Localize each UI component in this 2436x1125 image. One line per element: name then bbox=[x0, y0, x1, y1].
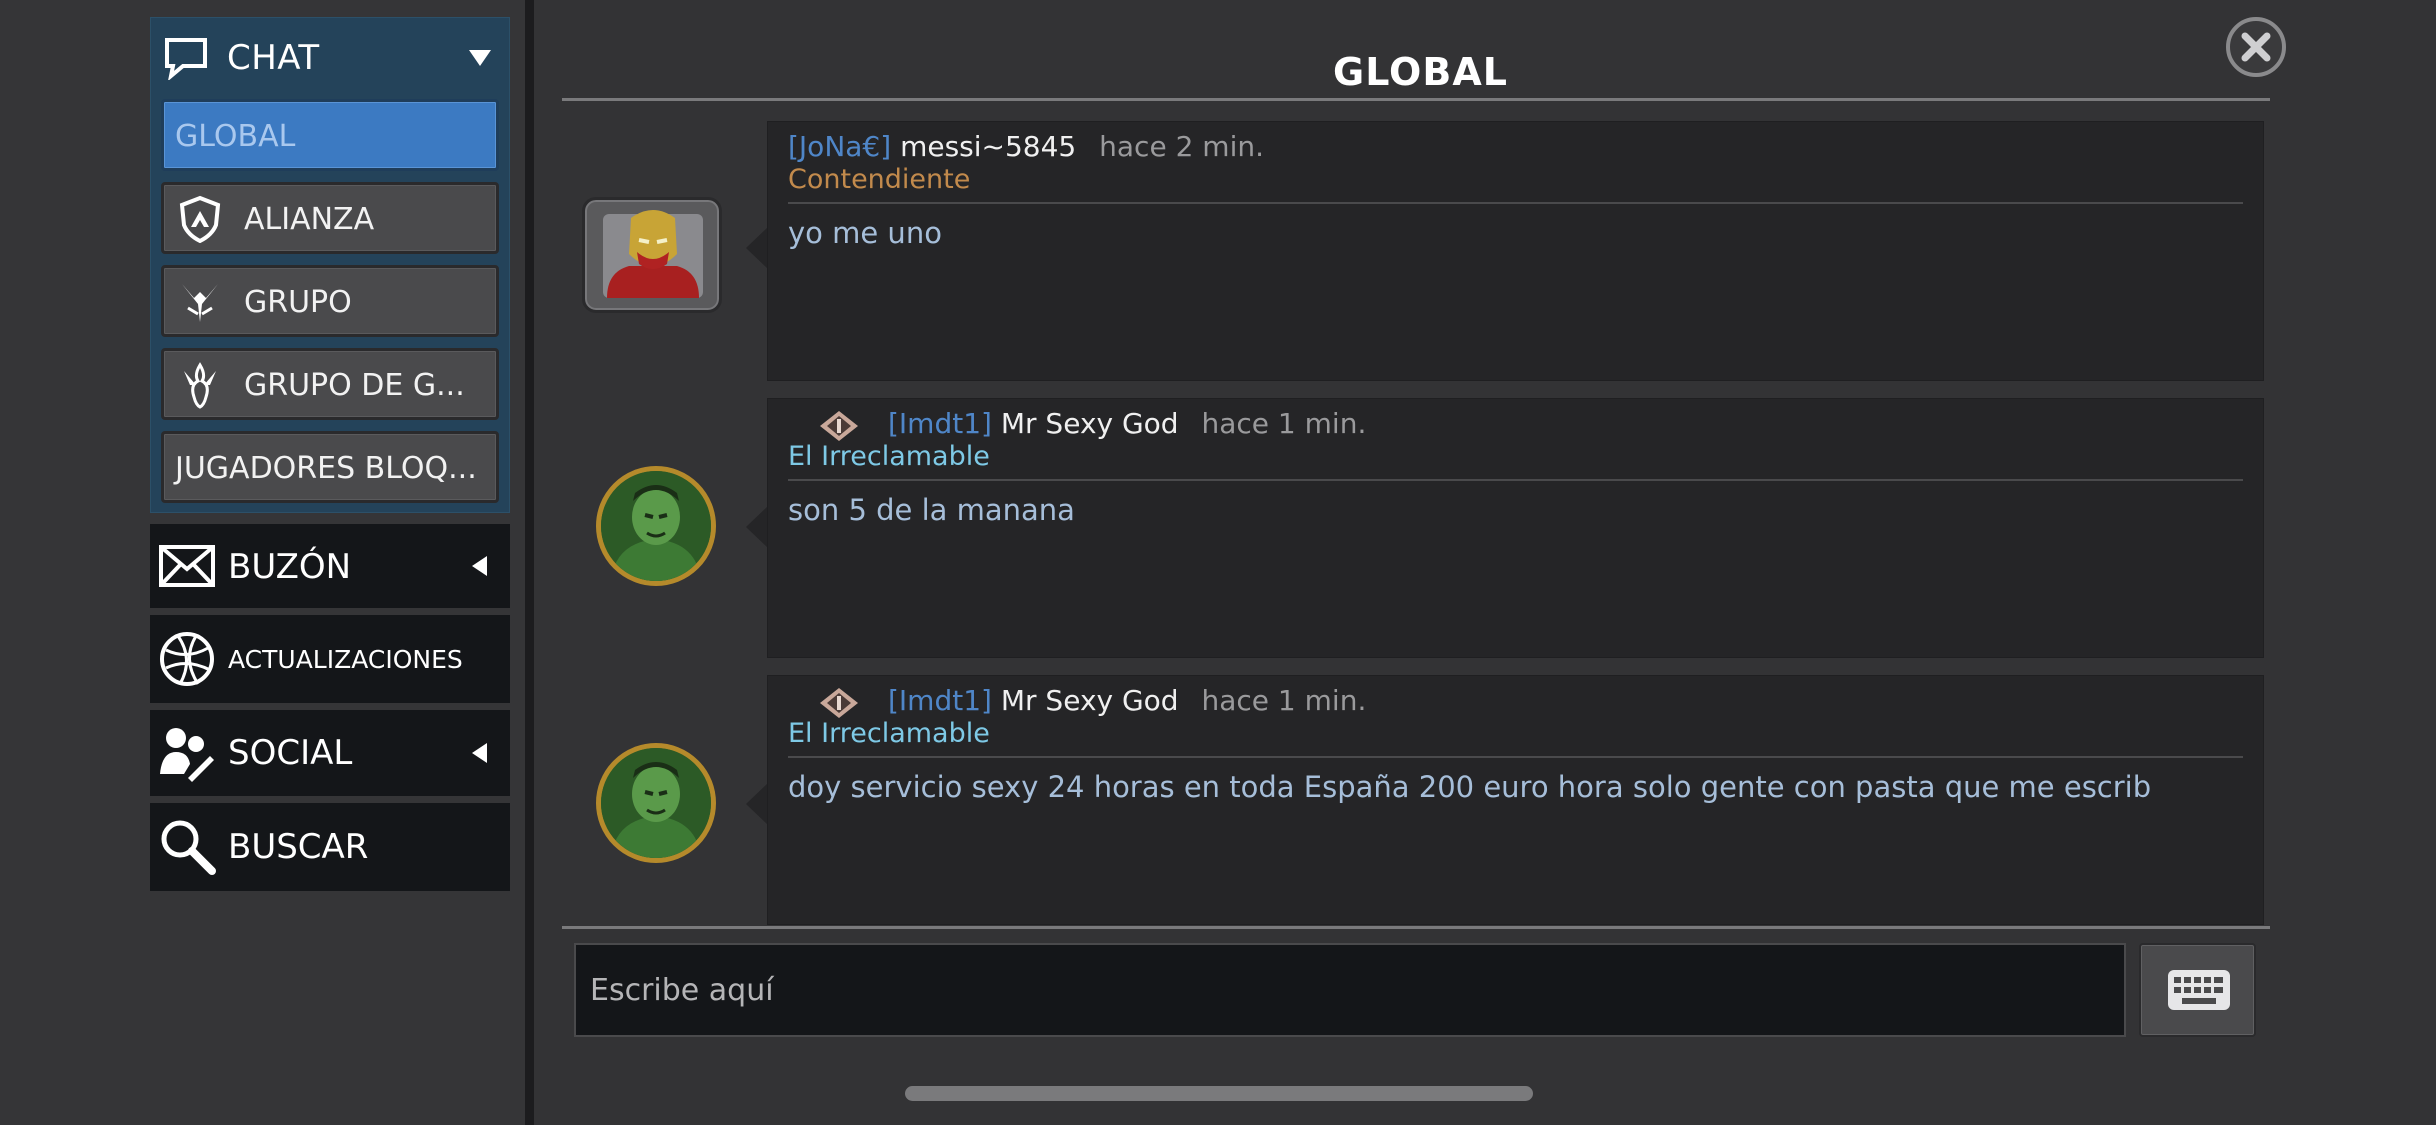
message-bubble: [Imdt1] Mr Sexy God hace 1 min. El Irrec… bbox=[767, 398, 2264, 658]
avatar-image bbox=[603, 210, 703, 298]
message-text: son 5 de la manana bbox=[788, 493, 1075, 527]
updates-label: ACTUALIZACIONES bbox=[228, 645, 463, 674]
mail-envelope-icon bbox=[159, 545, 215, 587]
message-meta: [Imdt1] Mr Sexy God hace 1 min. bbox=[888, 684, 1366, 717]
chat-bubble-icon bbox=[165, 38, 207, 80]
chat-tab-war-group[interactable]: GRUPO DE G... bbox=[161, 348, 499, 420]
avatar-image bbox=[601, 748, 711, 858]
chat-message: [JoNa€] messi~5845 hace 2 min. Contendie… bbox=[560, 121, 2270, 381]
chat-tab-alliance-label: ALIANZA bbox=[244, 202, 375, 237]
search-icon bbox=[161, 820, 216, 875]
chat-message: [Imdt1] Mr Sexy God hace 1 min. El Irrec… bbox=[560, 398, 2270, 658]
timestamp: hace 1 min. bbox=[1201, 407, 1367, 440]
search-label: BUSCAR bbox=[228, 827, 369, 867]
mailbox-menu-item[interactable]: BUZÓN bbox=[150, 524, 510, 608]
chat-message: [Imdt1] Mr Sexy God hace 1 min. El Irrec… bbox=[560, 675, 2270, 935]
bubble-tail bbox=[746, 227, 768, 269]
message-separator bbox=[788, 479, 2243, 481]
close-button[interactable] bbox=[2226, 17, 2286, 77]
chat-menu-label: CHAT bbox=[227, 38, 320, 78]
chat-tab-group-label: GRUPO bbox=[244, 285, 352, 320]
alliance-shield-icon bbox=[179, 195, 221, 243]
player-rank: Contendiente bbox=[788, 164, 971, 195]
avatar-image bbox=[601, 471, 711, 581]
rank-badge-icon bbox=[820, 411, 858, 441]
scrollbar[interactable] bbox=[905, 1086, 1533, 1101]
chat-tab-alliance[interactable]: ALIANZA bbox=[161, 182, 499, 254]
mailbox-label: BUZÓN bbox=[228, 547, 352, 587]
timestamp: hace 1 min. bbox=[1201, 684, 1367, 717]
chat-menu-header[interactable]: CHAT bbox=[151, 18, 509, 98]
bubble-tail bbox=[746, 506, 768, 548]
username[interactable]: messi~5845 bbox=[900, 130, 1076, 163]
chevron-left-icon bbox=[472, 743, 487, 763]
message-text: doy servicio sexy 24 horas en toda Españ… bbox=[788, 770, 2152, 804]
alliance-tag[interactable]: [Imdt1] bbox=[888, 407, 992, 440]
panel-divider bbox=[525, 0, 534, 1125]
social-people-icon bbox=[160, 728, 214, 782]
rank-badge-icon bbox=[820, 688, 858, 718]
chat-tab-global[interactable]: GLOBAL bbox=[161, 99, 499, 171]
message-meta: [Imdt1] Mr Sexy God hace 1 min. bbox=[888, 407, 1366, 440]
hulk-avatar[interactable] bbox=[596, 743, 716, 863]
social-menu-item[interactable]: SOCIAL bbox=[150, 710, 510, 796]
group-wings-icon bbox=[182, 284, 218, 322]
player-rank: El Irreclamable bbox=[788, 441, 990, 472]
username[interactable]: Mr Sexy God bbox=[1001, 407, 1179, 440]
chat-message-input[interactable] bbox=[574, 943, 2126, 1037]
alliance-tag[interactable]: [JoNa€] bbox=[788, 130, 891, 163]
chat-tab-blocked-players[interactable]: JUGADORES BLOQ... bbox=[161, 431, 499, 503]
hulk-avatar[interactable] bbox=[596, 466, 716, 586]
iron-man-avatar[interactable] bbox=[582, 197, 722, 313]
footer-divider bbox=[562, 926, 2270, 929]
chevron-left-icon bbox=[472, 556, 487, 576]
player-rank: El Irreclamable bbox=[788, 718, 990, 749]
page-title: GLOBAL bbox=[1333, 50, 1508, 94]
timestamp: hace 2 min. bbox=[1099, 130, 1264, 163]
message-separator bbox=[788, 202, 2243, 204]
close-icon bbox=[2241, 32, 2271, 62]
message-text: yo me uno bbox=[788, 216, 942, 250]
alliance-tag[interactable]: [Imdt1] bbox=[888, 684, 992, 717]
globe-icon bbox=[160, 632, 214, 686]
social-label: SOCIAL bbox=[228, 733, 353, 773]
chat-tab-global-label: GLOBAL bbox=[175, 119, 296, 154]
updates-menu-item[interactable]: ACTUALIZACIONES bbox=[150, 615, 510, 703]
war-group-icon bbox=[184, 362, 216, 409]
chat-menu-group: CHAT GLOBAL ALIANZA GRUPO GRUPO DE G... … bbox=[150, 17, 510, 513]
message-separator bbox=[788, 756, 2243, 758]
chevron-down-icon bbox=[469, 50, 491, 66]
search-menu-item[interactable]: BUSCAR bbox=[150, 803, 510, 891]
header-divider bbox=[562, 98, 2270, 101]
username[interactable]: Mr Sexy God bbox=[1001, 684, 1179, 717]
message-bubble: [Imdt1] Mr Sexy God hace 1 min. El Irrec… bbox=[767, 675, 2264, 925]
keyboard-button[interactable] bbox=[2139, 943, 2256, 1037]
keyboard-icon bbox=[2168, 970, 2230, 1010]
bubble-tail bbox=[746, 783, 768, 825]
chat-tab-war-group-label: GRUPO DE G... bbox=[244, 368, 465, 403]
message-meta: [JoNa€] messi~5845 hace 2 min. bbox=[788, 130, 1264, 163]
chat-tab-group[interactable]: GRUPO bbox=[161, 265, 499, 337]
chat-tab-blocked-label: JUGADORES BLOQ... bbox=[175, 451, 477, 486]
message-bubble: [JoNa€] messi~5845 hace 2 min. Contendie… bbox=[767, 121, 2264, 381]
